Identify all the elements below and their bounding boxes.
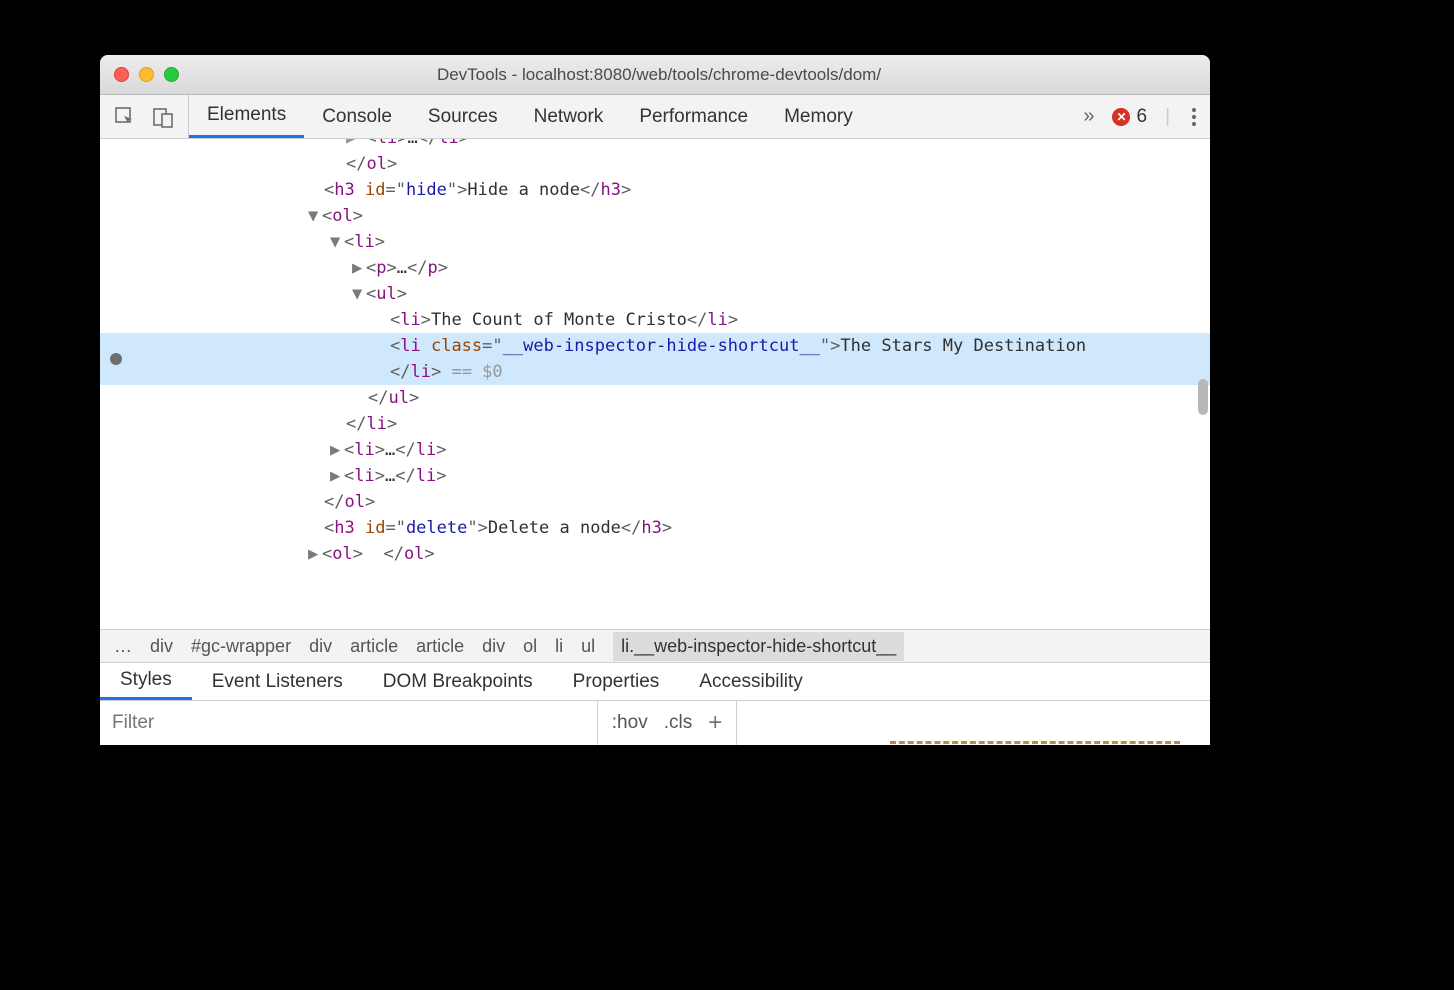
collapse-arrow-icon[interactable]: ▼: [352, 281, 366, 307]
zoom-icon[interactable]: [164, 67, 179, 82]
close-icon[interactable]: [114, 67, 129, 82]
dom-node[interactable]: </ul>: [100, 385, 1210, 411]
breadcrumb-item[interactable]: ol: [523, 636, 537, 657]
styles-filter-input[interactable]: [100, 701, 598, 745]
tab-properties[interactable]: Properties: [553, 663, 680, 700]
dom-node[interactable]: </ol>: [100, 489, 1210, 515]
error-count: 6: [1136, 106, 1147, 128]
dom-node[interactable]: ▶<li>…</li>: [100, 437, 1210, 463]
dom-node[interactable]: ▼<ol>: [100, 203, 1210, 229]
styles-toolbar: :hov .cls +: [100, 701, 1210, 745]
tab-console[interactable]: Console: [304, 95, 410, 138]
breadcrumb-item[interactable]: article: [350, 636, 398, 657]
breadcrumb-item[interactable]: div: [309, 636, 332, 657]
breadcrumb-item[interactable]: div: [482, 636, 505, 657]
breadcrumb-item[interactable]: …: [114, 636, 132, 657]
tab-styles[interactable]: Styles: [100, 663, 192, 700]
tab-sources[interactable]: Sources: [410, 95, 516, 138]
dom-node[interactable]: ▼<li>: [100, 229, 1210, 255]
dom-node-selected[interactable]: </li> == $0: [100, 359, 1210, 385]
dom-node[interactable]: <li>The Count of Monte Cristo</li>: [100, 307, 1210, 333]
expand-arrow-icon[interactable]: ▶: [352, 255, 366, 281]
tab-accessibility[interactable]: Accessibility: [679, 663, 822, 700]
dom-node[interactable]: <h3 id="delete">Delete a node</h3>: [100, 515, 1210, 541]
breadcrumb-item[interactable]: div: [150, 636, 173, 657]
dom-node[interactable]: <h3 id="hide">Hide a node</h3>: [100, 177, 1210, 203]
expand-arrow-icon[interactable]: ▶: [308, 541, 322, 567]
breadcrumb-item[interactable]: li: [555, 636, 563, 657]
dom-node[interactable]: </ol>: [100, 151, 1210, 177]
traffic-lights: [114, 67, 179, 82]
breadcrumb-item[interactable]: ul: [581, 636, 595, 657]
collapse-arrow-icon[interactable]: ▼: [330, 229, 344, 255]
dom-node[interactable]: </li>: [100, 411, 1210, 437]
tab-event-listeners[interactable]: Event Listeners: [192, 663, 363, 700]
new-rule-icon[interactable]: +: [708, 709, 722, 737]
scrollbar-thumb[interactable]: [1198, 379, 1208, 415]
toolbar-right: » ✕ 6 |: [1073, 104, 1210, 130]
error-icon: ✕: [1112, 108, 1130, 126]
dom-node[interactable]: ▶<li>…</li>: [100, 463, 1210, 489]
expand-arrow-icon[interactable]: ▶: [330, 463, 344, 489]
tab-performance[interactable]: Performance: [621, 95, 766, 138]
dom-node[interactable]: ▶ <li>…</li>: [100, 139, 1210, 151]
tabs-overflow-icon[interactable]: »: [1083, 105, 1094, 128]
dom-node[interactable]: ▶<ol> </ol>: [100, 541, 1210, 567]
hov-toggle[interactable]: :hov: [612, 712, 648, 734]
breadcrumb-item[interactable]: li.__web-inspector-hide-shortcut__: [613, 632, 904, 661]
breadcrumb-item[interactable]: #gc-wrapper: [191, 636, 291, 657]
devtools-window: DevTools - localhost:8080/web/tools/chro…: [100, 55, 1210, 745]
expand-arrow-icon[interactable]: ▶: [330, 437, 344, 463]
sidepanel-tabs: Styles Event Listeners DOM Breakpoints P…: [100, 663, 1210, 701]
hidden-node-indicator-icon: [110, 353, 122, 365]
cls-toggle[interactable]: .cls: [664, 712, 693, 734]
dom-tree[interactable]: ▶ <li>…</li></ol><h3 id="hide">Hide a no…: [100, 139, 1210, 629]
box-model-preview: [737, 701, 1210, 745]
tab-memory[interactable]: Memory: [766, 95, 871, 138]
breadcrumb-item[interactable]: article: [416, 636, 464, 657]
toolbar-left: [100, 95, 189, 138]
kebab-menu-icon[interactable]: [1188, 104, 1200, 130]
titlebar: DevTools - localhost:8080/web/tools/chro…: [100, 55, 1210, 95]
window-title: DevTools - localhost:8080/web/tools/chro…: [179, 65, 1139, 85]
styles-buttons: :hov .cls +: [598, 701, 737, 745]
main-toolbar: Elements Console Sources Network Perform…: [100, 95, 1210, 139]
dom-node[interactable]: ▼<ul>: [100, 281, 1210, 307]
tab-elements[interactable]: Elements: [189, 95, 304, 138]
collapse-arrow-icon[interactable]: ▼: [308, 203, 322, 229]
panel-tabs: Elements Console Sources Network Perform…: [189, 95, 871, 138]
tab-network[interactable]: Network: [516, 95, 622, 138]
error-badge[interactable]: ✕ 6: [1112, 106, 1147, 128]
inspect-element-icon[interactable]: [114, 106, 136, 128]
minimize-icon[interactable]: [139, 67, 154, 82]
dom-node-selected[interactable]: <li class="__web-inspector-hide-shortcut…: [100, 333, 1210, 359]
tab-dom-breakpoints[interactable]: DOM Breakpoints: [363, 663, 553, 700]
dom-node[interactable]: ▶<p>…</p>: [100, 255, 1210, 281]
breadcrumb: …div#gc-wrapperdivarticlearticledivolliu…: [100, 629, 1210, 663]
device-toggle-icon[interactable]: [152, 106, 174, 128]
